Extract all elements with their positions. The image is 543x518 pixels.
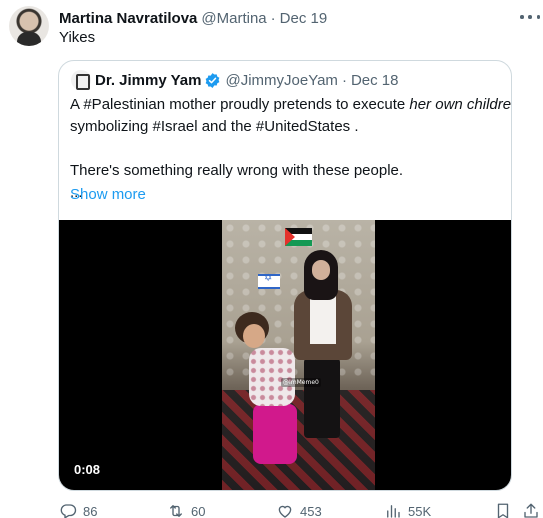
views-count: 55K xyxy=(408,503,432,518)
reply-count: 86 xyxy=(83,503,98,518)
share-button[interactable] xyxy=(522,501,540,518)
more-horizontal-icon[interactable] xyxy=(520,9,540,25)
quoted-date: Dec 18 xyxy=(350,71,399,89)
reply-button[interactable]: 86 xyxy=(59,501,97,518)
child-figure xyxy=(227,312,302,477)
video-player[interactable]: @ImMeme0 0:08 xyxy=(59,220,511,490)
show-more-link[interactable]: Show more xyxy=(70,186,146,203)
israel-flag-icon xyxy=(258,273,280,289)
quoted-avatar xyxy=(71,70,91,90)
like-button[interactable]: 453 xyxy=(276,501,322,518)
tweet-date[interactable]: Dec 19 xyxy=(280,10,328,27)
quoted-tweet[interactable]: Dr. Jimmy Yam @JimmyJoeYam · Dec 18 A #P… xyxy=(58,60,512,491)
video-watermark: @ImMeme0 xyxy=(281,378,321,387)
like-count: 453 xyxy=(300,503,322,518)
views-chart-icon xyxy=(387,505,400,518)
palestine-flag-icon xyxy=(285,228,312,246)
quoted-author-name: Dr. Jimmy Yam xyxy=(95,71,202,89)
tweet-text: Yikes xyxy=(59,29,96,46)
video-thumbnail: @ImMeme0 xyxy=(222,220,375,490)
reply-icon xyxy=(60,504,77,518)
retweet-icon xyxy=(170,505,182,517)
views-button[interactable]: 55K xyxy=(384,501,431,518)
quoted-tweet-header: Dr. Jimmy Yam @JimmyJoeYam · Dec 18 xyxy=(71,70,398,90)
action-bar: 86 60 453 55K xyxy=(59,501,539,518)
author-handle[interactable]: @Martina xyxy=(201,10,266,27)
emphasis-text: her own children xyxy=(409,96,512,113)
avatar[interactable] xyxy=(9,6,49,46)
heart-icon xyxy=(278,505,292,518)
bookmark-icon xyxy=(497,503,509,518)
quoted-author-handle: @JimmyJoeYam xyxy=(225,71,338,89)
tweet[interactable]: Martina Navratilova @Martina · Dec 19 Yi… xyxy=(0,0,543,518)
bookmark-button[interactable] xyxy=(494,501,512,518)
woman-figure xyxy=(294,250,354,440)
retweet-count: 60 xyxy=(191,503,206,518)
separator-dot: · xyxy=(341,71,347,89)
retweet-button[interactable]: 60 xyxy=(167,501,205,518)
verified-badge-icon xyxy=(206,72,220,88)
share-icon xyxy=(524,503,538,518)
separator-dot: · xyxy=(270,9,276,27)
video-duration: 0:08 xyxy=(70,460,105,480)
author-name[interactable]: Martina Navratilova xyxy=(59,10,197,27)
tweet-header: Martina Navratilova @Martina · Dec 19 xyxy=(59,8,327,28)
